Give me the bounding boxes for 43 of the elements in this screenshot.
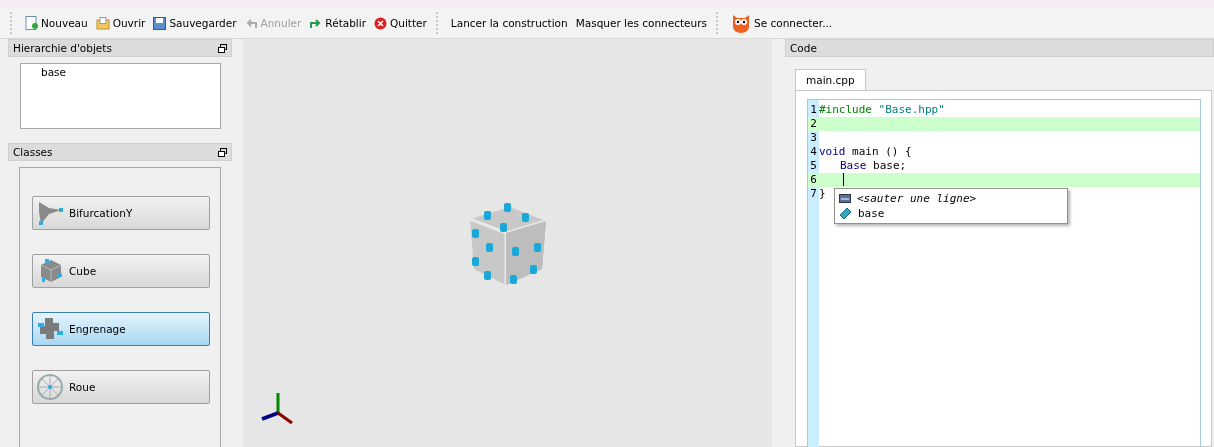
- line-number: 4: [809, 145, 818, 159]
- panel-title: Code: [790, 42, 817, 54]
- line-number: 3: [809, 131, 818, 145]
- completion-item[interactable]: <sauter une ligne>: [835, 191, 1067, 206]
- class-button[interactable]: Roue: [32, 370, 210, 404]
- code-line: }: [819, 187, 826, 201]
- toolbar-button[interactable]: Nouveau: [22, 14, 91, 32]
- code-editor[interactable]: 1 #include "Base.hpp" 2 3 4 void main () { 5 Base base; 6 7 } <sauter une ligne> base: [807, 99, 1201, 447]
- float-window-icon[interactable]: [218, 43, 227, 53]
- file-tab[interactable]: main.cpp: [795, 69, 866, 90]
- float-window-icon[interactable]: [218, 147, 227, 157]
- toolbar-button[interactable]: Ouvrir: [92, 14, 149, 32]
- text-cursor: [843, 173, 844, 186]
- line-number: 7: [809, 187, 818, 201]
- code-line: #include "Base.hpp": [819, 103, 945, 117]
- class-button[interactable]: BifurcationY: [32, 196, 210, 230]
- wheel-icon: [35, 372, 65, 402]
- owl-icon: [731, 13, 751, 33]
- folder-icon: [95, 16, 110, 30]
- new-document-icon: [25, 16, 38, 30]
- toolbar-button[interactable]: Sauvegarder: [150, 14, 240, 32]
- close-icon: [374, 16, 387, 30]
- toolbar-button[interactable]: Lancer la construction: [447, 15, 571, 31]
- code-line: void main () {: [819, 145, 912, 159]
- line-number: 5: [809, 159, 818, 173]
- text-field-icon: [839, 194, 851, 203]
- line-number: 1: [809, 103, 818, 117]
- code-line: Base base;: [840, 159, 907, 173]
- undo-arrow-icon: [244, 16, 258, 30]
- class-button[interactable]: Cube: [32, 254, 210, 288]
- completion-item[interactable]: base: [835, 206, 1067, 221]
- panel-title: Hierarchie d'objets: [13, 42, 112, 54]
- line-number: 6: [809, 173, 818, 187]
- redo-arrow-icon: [309, 16, 323, 30]
- tree-item[interactable]: base: [41, 66, 200, 78]
- toolbar-button[interactable]: Quitter: [371, 14, 430, 32]
- class-button[interactable]: Engrenage: [32, 312, 210, 346]
- toolbar-button[interactable]: Rétablir: [306, 14, 369, 32]
- panel-title: Classes: [13, 146, 53, 158]
- line-number: 2: [809, 117, 818, 131]
- toolbar-button[interactable]: Masquer les connecteurs: [572, 15, 710, 31]
- tag-icon: [839, 207, 852, 220]
- toolbar-button[interactable]: Se connecter...: [728, 11, 836, 35]
